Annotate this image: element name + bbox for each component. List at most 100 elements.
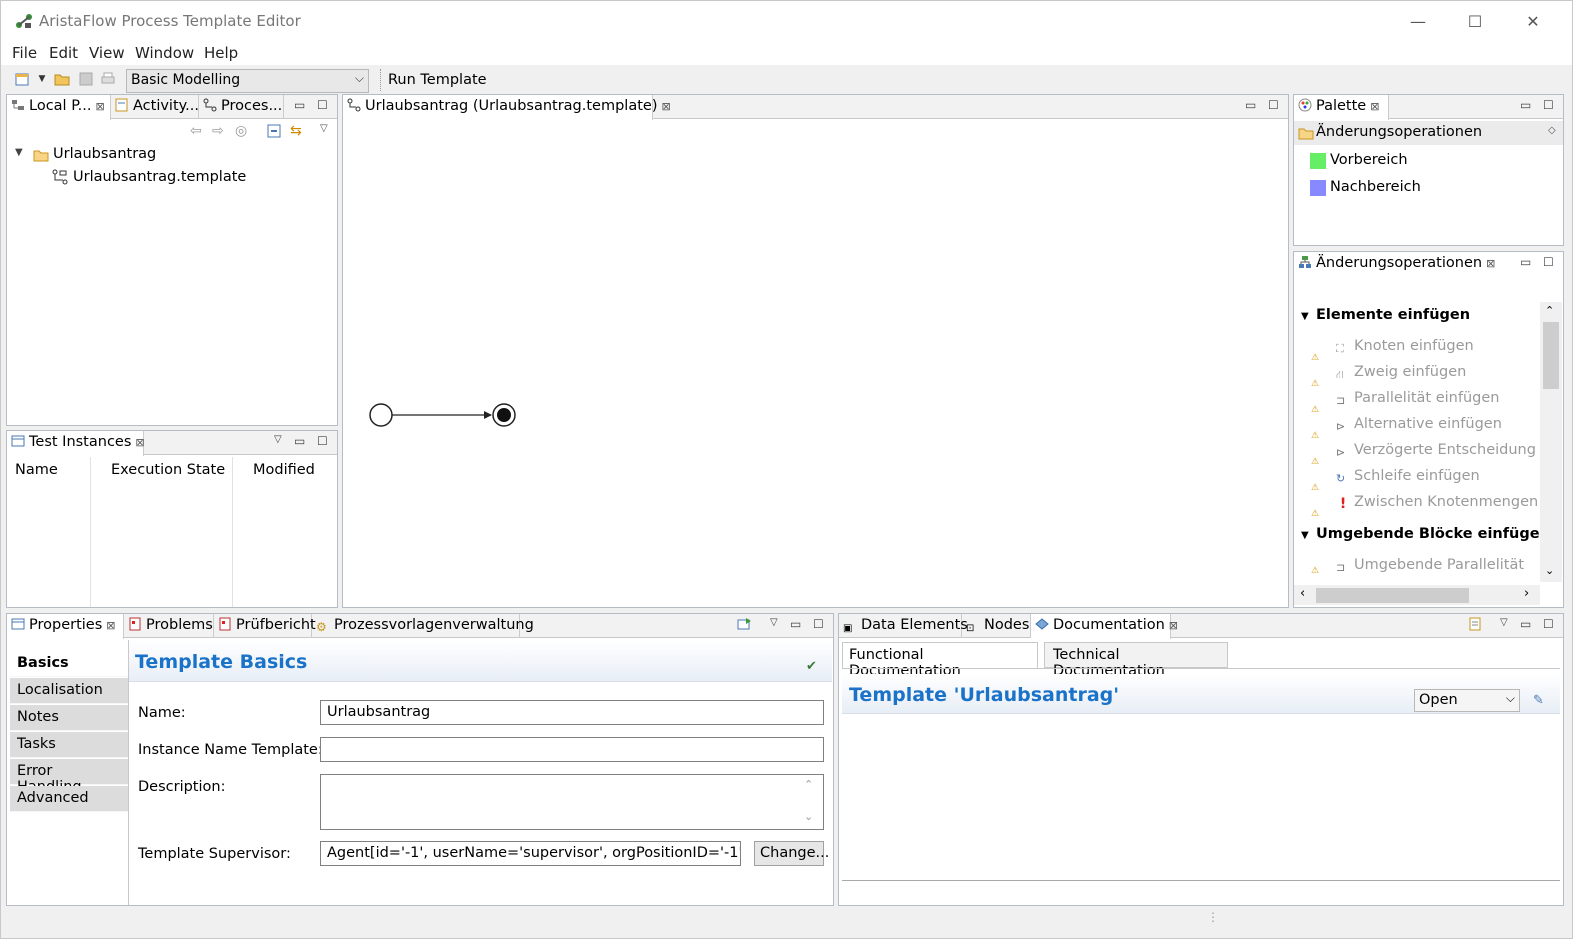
minimize-icon[interactable]: ▭	[294, 434, 305, 448]
menu-window[interactable]: Window	[135, 44, 194, 62]
view-menu-icon[interactable]: ▽	[274, 434, 282, 445]
pin-icon[interactable]	[737, 617, 753, 634]
tab-urlaubsantrag-template[interactable]: Urlaubsantrag (Urlaubsantrag.template) ⊠	[343, 95, 671, 120]
back-icon[interactable]: ⇦	[190, 123, 202, 139]
maximize-icon[interactable]: ☐	[1543, 255, 1554, 269]
vertical-scrollbar[interactable]: ⌃ ⌄	[1540, 302, 1562, 582]
minimize-icon[interactable]: ▭	[1520, 255, 1531, 269]
section-elemente-einfuegen[interactable]: Elemente einfügen	[1316, 307, 1470, 323]
tab-change-operations[interactable]: Änderungsoperationen ⊠	[1294, 252, 1495, 276]
tab-nodes[interactable]: ⊡ Nodes	[962, 614, 1031, 638]
palette-group-header[interactable]: Änderungsoperationen ◇	[1294, 121, 1563, 145]
tab-local-projects[interactable]: Local P... ⊠	[7, 95, 111, 120]
description-field[interactable]	[320, 774, 824, 830]
maximize-icon[interactable]: ☐	[1543, 617, 1554, 631]
forward-icon[interactable]: ⇨	[212, 123, 224, 139]
scroll-down-icon[interactable]: ⌄	[804, 810, 813, 823]
template-supervisor-field[interactable]: Agent[id='-1', userName='supervisor', or…	[320, 841, 741, 866]
run-template-button[interactable]: Run Template	[388, 72, 487, 88]
tab-activity[interactable]: Activity...	[111, 95, 199, 119]
side-tab-notes[interactable]: Notes	[10, 705, 128, 731]
scroll-left-icon[interactable]: ‹	[1300, 586, 1305, 601]
scrollbar-thumb[interactable]	[1316, 588, 1469, 603]
close-icon[interactable]: ⊠	[1370, 100, 1379, 113]
op-knoten-einfuegen[interactable]: ⛶ Knoten einfügen	[1336, 338, 1474, 356]
horizontal-scrollbar[interactable]: ‹ ›	[1294, 585, 1540, 605]
home-icon[interactable]: ◎	[235, 123, 247, 139]
export-icon[interactable]	[1468, 617, 1484, 634]
maximize-icon[interactable]: ☐	[1543, 98, 1554, 112]
name-field[interactable]: Urlaubsantrag	[320, 700, 824, 725]
close-icon[interactable]: ⊠	[1486, 257, 1495, 270]
close-button[interactable]: ✕	[1510, 9, 1556, 35]
op-zwischen-knotenmengen[interactable]: ! Zwischen Knotenmengen ei	[1336, 494, 1556, 512]
tab-palette[interactable]: Palette ⊠	[1294, 95, 1389, 120]
column-modified[interactable]: Modified	[253, 462, 315, 478]
documentation-state-select[interactable]: Open ⌵	[1414, 689, 1520, 712]
tab-processes[interactable]: Proces...	[199, 95, 284, 119]
maximize-icon[interactable]: ☐	[1268, 98, 1279, 112]
new-dropdown-icon[interactable]: ▼	[34, 71, 50, 87]
tab-data-elements[interactable]: ▣ Data Elements	[839, 614, 968, 638]
view-menu-icon[interactable]: ▽	[320, 123, 328, 134]
expand-icon[interactable]: ▼	[1301, 311, 1309, 322]
tab-properties[interactable]: Properties ⊠	[7, 614, 124, 639]
close-icon[interactable]: ⊠	[135, 436, 144, 449]
print-icon[interactable]	[100, 71, 116, 87]
save-icon[interactable]	[78, 71, 94, 87]
perspective-combo[interactable]: Basic Modelling ⌵	[126, 69, 369, 93]
tab-documentation[interactable]: Documentation ⊠	[1031, 614, 1178, 639]
op-umgebende-parallelitaet[interactable]: ⊐ Umgebende Parallelität	[1336, 557, 1524, 575]
tab-problems[interactable]: Problems	[124, 614, 214, 638]
open-folder-icon[interactable]	[54, 71, 70, 87]
side-tab-tasks[interactable]: Tasks	[10, 732, 128, 758]
edit-icon[interactable]: ✎	[1533, 693, 1544, 708]
maximize-icon[interactable]: ☐	[813, 617, 824, 631]
menu-view[interactable]: View	[89, 44, 125, 62]
maximize-icon[interactable]: ☐	[317, 98, 328, 112]
minimize-icon[interactable]: ▭	[294, 98, 305, 112]
op-verzoegerte-entscheidung[interactable]: ⊳ Verzögerte Entscheidung ei	[1336, 442, 1554, 460]
side-tab-localisation[interactable]: Localisation	[10, 678, 128, 704]
side-tab-basics[interactable]: Basics	[10, 651, 128, 677]
scrollbar-thumb[interactable]	[1543, 322, 1559, 389]
minimize-icon[interactable]: ▭	[1520, 98, 1531, 112]
new-icon[interactable]	[14, 71, 30, 87]
column-execution-state[interactable]: Execution State	[111, 462, 225, 478]
tab-test-instances[interactable]: Test Instances ⊠	[7, 431, 145, 456]
maximize-button[interactable]: ☐	[1452, 9, 1498, 35]
start-node[interactable]	[369, 403, 393, 427]
scroll-up-icon[interactable]: ⌃	[804, 778, 813, 791]
menu-edit[interactable]: Edit	[49, 44, 78, 62]
scroll-down-icon[interactable]: ⌄	[1545, 564, 1554, 577]
minimize-icon[interactable]: ▭	[790, 617, 801, 631]
instance-name-template-field[interactable]	[320, 737, 824, 762]
menu-help[interactable]: Help	[204, 44, 238, 62]
link-editor-icon[interactable]: ⇆	[290, 123, 302, 139]
tab-pruefbericht[interactable]: Prüfbericht	[214, 614, 316, 638]
scroll-right-icon[interactable]: ›	[1524, 586, 1529, 601]
expand-icon[interactable]: ▼	[15, 147, 23, 158]
view-menu-icon[interactable]: ▽	[1500, 617, 1508, 628]
column-name[interactable]: Name	[15, 462, 58, 478]
menu-file[interactable]: File	[12, 44, 37, 62]
collapse-all-icon[interactable]	[267, 124, 281, 142]
close-icon[interactable]: ⊠	[106, 619, 115, 632]
change-supervisor-button[interactable]: Change...	[754, 841, 829, 866]
op-zweig-einfuegen[interactable]: ⛙ Zweig einfügen	[1336, 364, 1466, 382]
subtab-technical-documentation[interactable]: Technical Documentation	[1044, 642, 1228, 679]
collapse-icon[interactable]: ◇	[1548, 125, 1556, 136]
scroll-up-icon[interactable]: ⌃	[1545, 304, 1554, 317]
minimize-icon[interactable]: ▭	[1245, 98, 1256, 112]
minimize-button[interactable]: —	[1395, 9, 1441, 35]
subtab-functional-documentation[interactable]: Functional Documentation	[842, 642, 1038, 679]
close-icon[interactable]: ⊠	[1169, 619, 1178, 632]
op-parallelitaet-einfuegen[interactable]: ⊐ Parallelität einfügen	[1336, 390, 1499, 408]
view-menu-icon[interactable]: ▽	[770, 617, 778, 628]
op-schleife-einfuegen[interactable]: ↻ Schleife einfügen	[1336, 468, 1480, 486]
side-tab-error-handling[interactable]: Error Handling	[10, 759, 128, 795]
op-alternative-einfuegen[interactable]: ⊳ Alternative einfügen	[1336, 416, 1502, 434]
section-umgebende-bloecke[interactable]: Umgebende Blöcke einfügen	[1316, 526, 1550, 542]
close-icon[interactable]: ⊠	[662, 100, 671, 113]
tab-prozessvorlagenverwaltung[interactable]: ⚙ Prozessvorlagenverwaltung	[312, 614, 534, 638]
